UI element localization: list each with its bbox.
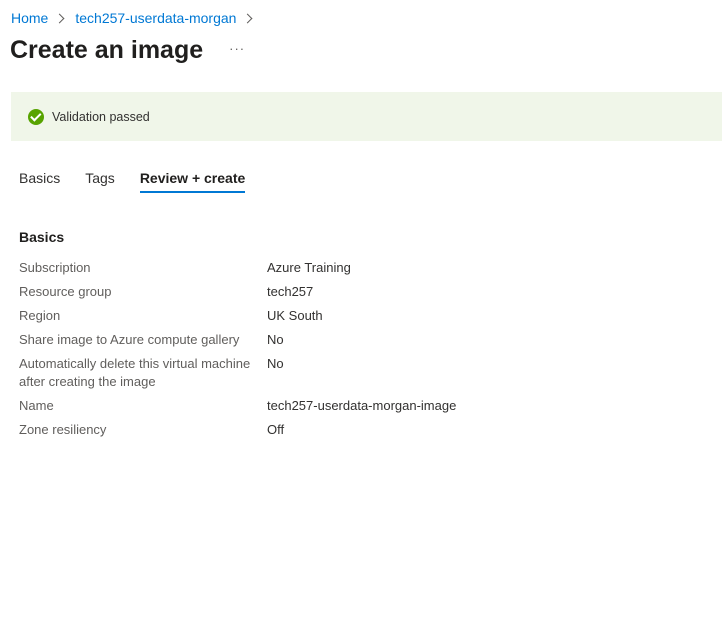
title-row: Create an image ···: [10, 36, 245, 65]
tab-review-create[interactable]: Review + create: [139, 170, 246, 193]
detail-row-name: Name tech257-userdata-morgan-image: [19, 397, 619, 415]
page: Home tech257-userdata-morgan Create an i…: [0, 0, 722, 634]
detail-value: Off: [267, 422, 285, 437]
detail-value: No: [267, 332, 284, 347]
detail-value: UK South: [267, 308, 323, 323]
tab-tags[interactable]: Tags: [85, 170, 115, 193]
detail-row-zone-resiliency: Zone resiliency Off: [19, 421, 619, 439]
validation-banner: Validation passed: [11, 92, 722, 141]
detail-label: Name: [19, 398, 54, 413]
breadcrumb-resource[interactable]: tech257-userdata-morgan: [75, 10, 236, 26]
tab-bar: Basics Tags Review + create: [19, 170, 270, 193]
more-options-button[interactable]: ···: [229, 41, 245, 56]
detail-value: Azure Training: [267, 260, 351, 275]
detail-row-subscription: Subscription Azure Training: [19, 259, 619, 277]
detail-label: Share image to Azure compute gallery: [19, 332, 240, 347]
chevron-right-icon: [54, 13, 65, 23]
detail-value: tech257-userdata-morgan-image: [267, 398, 457, 413]
page-title: Create an image: [10, 36, 204, 64]
breadcrumb-home[interactable]: Home: [11, 10, 48, 26]
detail-row-region: Region UK South: [19, 307, 619, 325]
breadcrumb: Home tech257-userdata-morgan: [11, 8, 263, 28]
detail-value: No: [267, 356, 284, 371]
chevron-right-icon: [243, 13, 253, 23]
tab-basics[interactable]: Basics: [19, 170, 60, 193]
detail-label: Resource group: [19, 284, 112, 299]
detail-value: tech257: [267, 284, 314, 299]
validation-message: Validation passed: [52, 109, 150, 124]
detail-label: Automatically delete this virtual machin…: [19, 356, 251, 389]
detail-label: Region: [19, 308, 61, 323]
detail-label: Subscription: [19, 260, 91, 275]
detail-row-resource-group: Resource group tech257: [19, 283, 619, 301]
success-check-icon: [28, 108, 44, 125]
details-list: Subscription Azure Training Resource gro…: [19, 259, 619, 445]
section-heading: Basics: [19, 229, 65, 245]
detail-row-share-gallery: Share image to Azure compute gallery No: [19, 331, 619, 349]
detail-label: Zone resiliency: [19, 422, 107, 437]
detail-row-auto-delete: Automatically delete this virtual machin…: [19, 355, 619, 391]
